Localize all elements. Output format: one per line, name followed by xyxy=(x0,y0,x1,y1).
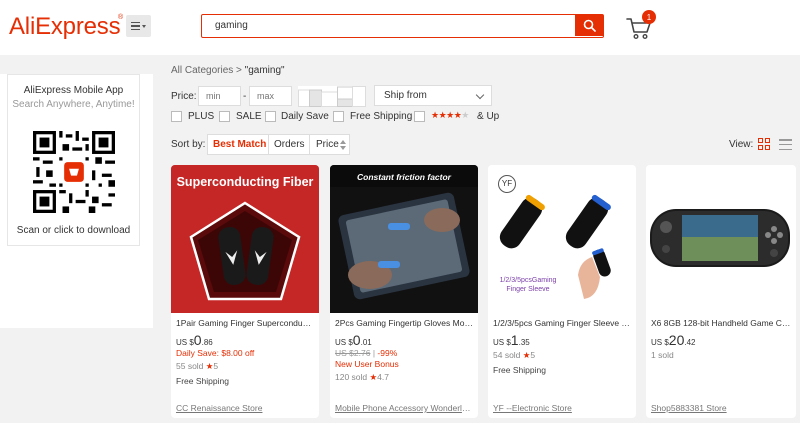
sort-divider xyxy=(268,135,269,154)
sort-price[interactable]: Price xyxy=(316,139,339,150)
price-max-input[interactable] xyxy=(249,86,292,106)
product-price: US $20.42 xyxy=(651,332,696,348)
breadcrumb-all-categories[interactable]: All Categories xyxy=(171,65,233,76)
price-label: Price: xyxy=(171,91,197,102)
sale-checkbox[interactable] xyxy=(219,111,230,122)
list-view-icon[interactable] xyxy=(779,139,792,150)
daily-save-label: Daily Save xyxy=(281,111,329,122)
search-button[interactable] xyxy=(575,15,603,36)
qr-code[interactable] xyxy=(33,131,115,213)
sold-rating: 120 sold ★4.7 xyxy=(335,372,389,382)
aliexpress-logo[interactable]: AliExpress xyxy=(9,13,121,41)
four-star-rating-icon: ★★★★★ xyxy=(431,110,469,120)
sort-divider xyxy=(309,135,310,154)
sold-rating: 55 sold ★5 xyxy=(176,361,219,371)
sidebar: AliExpress Mobile App Search Anywhere, A… xyxy=(0,74,153,328)
caret-down-icon xyxy=(142,24,146,28)
product-card[interactable]: YF 1/2/3/5pcsGaming Finger Sleeve 1/2/3/… xyxy=(488,165,636,418)
menu-icon xyxy=(131,21,140,31)
product-image-caption: Superconducting Fiber xyxy=(176,175,314,189)
rating-checkbox[interactable] xyxy=(414,111,425,122)
shipping-text: Free Shipping xyxy=(176,376,229,386)
daily-save-text: Daily Save: $8.00 off xyxy=(176,348,255,358)
mobile-app-promo[interactable]: AliExpress Mobile App Search Anywhere, A… xyxy=(7,74,140,246)
daily-save-checkbox[interactable] xyxy=(265,111,276,122)
categories-menu-button[interactable] xyxy=(126,15,151,37)
product-image-caption: 1/2/3/5pcsGaming Finger Sleeve xyxy=(499,277,557,293)
old-price: US $2.76 xyxy=(335,348,371,358)
price-dash: - xyxy=(243,91,247,102)
ship-from-label: Ship from xyxy=(384,90,427,101)
product-title[interactable]: 2Pcs Gaming Fingertip Gloves Mobile Phon… xyxy=(335,318,473,328)
promo-title: AliExpress Mobile App xyxy=(23,85,124,96)
search-input[interactable] xyxy=(202,15,575,36)
store-link[interactable]: Mobile Phone Accessory Wonderland xyxy=(335,403,473,413)
grid-view-icon[interactable] xyxy=(758,138,770,150)
rating-and-up-label: & Up xyxy=(477,111,500,122)
search-icon xyxy=(583,19,596,32)
price-histogram[interactable] xyxy=(298,86,366,107)
ship-from-select[interactable]: Ship from xyxy=(374,85,492,106)
shipping-text: Free Shipping xyxy=(493,365,546,375)
sold-rating: 54 sold ★5 xyxy=(493,350,536,360)
old-price-row: US $2.76 | -99% xyxy=(335,348,398,358)
store-link[interactable]: Shop5883381 Store xyxy=(651,403,789,413)
plus-label: PLUS xyxy=(188,111,215,122)
chevron-down-icon xyxy=(475,90,485,100)
breadcrumb-query: "gaming" xyxy=(244,65,285,76)
product-title[interactable]: 1Pair Gaming Finger Superconducting Fibe… xyxy=(176,318,314,328)
product-image-caption: Constant friction factor xyxy=(357,172,451,182)
store-link[interactable]: CC Renaissance Store xyxy=(176,403,314,413)
new-user-bonus: New User Bonus xyxy=(335,359,399,369)
header: AliExpress ® 1 xyxy=(0,0,800,55)
view-label: View: xyxy=(729,139,754,150)
free-shipping-checkbox[interactable] xyxy=(333,111,344,122)
star-icon: ★ xyxy=(369,372,378,382)
search-box xyxy=(201,14,604,38)
product-card[interactable]: Superconducting Fiber 1Pair Gaming Finge… xyxy=(171,165,319,418)
sort-by-label: Sort by: xyxy=(171,139,206,150)
sort-options: Best Match Orders Price xyxy=(207,134,350,155)
sort-arrows-icon xyxy=(340,140,346,150)
product-image[interactable] xyxy=(646,165,794,313)
sold-count: 1 sold xyxy=(651,350,674,360)
product-image[interactable] xyxy=(330,165,478,313)
download-link[interactable]: Scan or click to download xyxy=(8,225,139,236)
product-card[interactable]: Constant friction factor 2Pcs Gaming Fin… xyxy=(330,165,478,418)
cart-count-badge: 1 xyxy=(642,10,656,24)
brand-logo: YF xyxy=(498,175,516,193)
discount-badge: -99% xyxy=(377,348,398,358)
product-card[interactable]: X6 8GB 128-bit Handheld Game Console US … xyxy=(646,165,796,418)
price-min-input[interactable] xyxy=(198,86,241,106)
breadcrumb: All Categories > "gaming" xyxy=(171,65,285,76)
product-title[interactable]: 1/2/3/5pcs Gaming Finger Sleeve Touch xyxy=(493,318,631,328)
store-link[interactable]: YF --Electronic Store xyxy=(493,403,631,413)
plus-checkbox[interactable] xyxy=(171,111,182,122)
sort-orders[interactable]: Orders xyxy=(274,139,305,150)
breadcrumb-separator: > xyxy=(236,65,242,76)
product-title[interactable]: X6 8GB 128-bit Handheld Game Console xyxy=(651,318,791,328)
sale-label: SALE xyxy=(236,111,262,122)
logo-trademark: ® xyxy=(118,14,124,21)
promo-subtitle: Search Anywhere, Anytime! xyxy=(12,99,135,110)
product-price: US $1.35 xyxy=(493,332,530,348)
sort-best-match[interactable]: Best Match xyxy=(213,139,266,150)
free-shipping-label: Free Shipping xyxy=(350,111,413,122)
